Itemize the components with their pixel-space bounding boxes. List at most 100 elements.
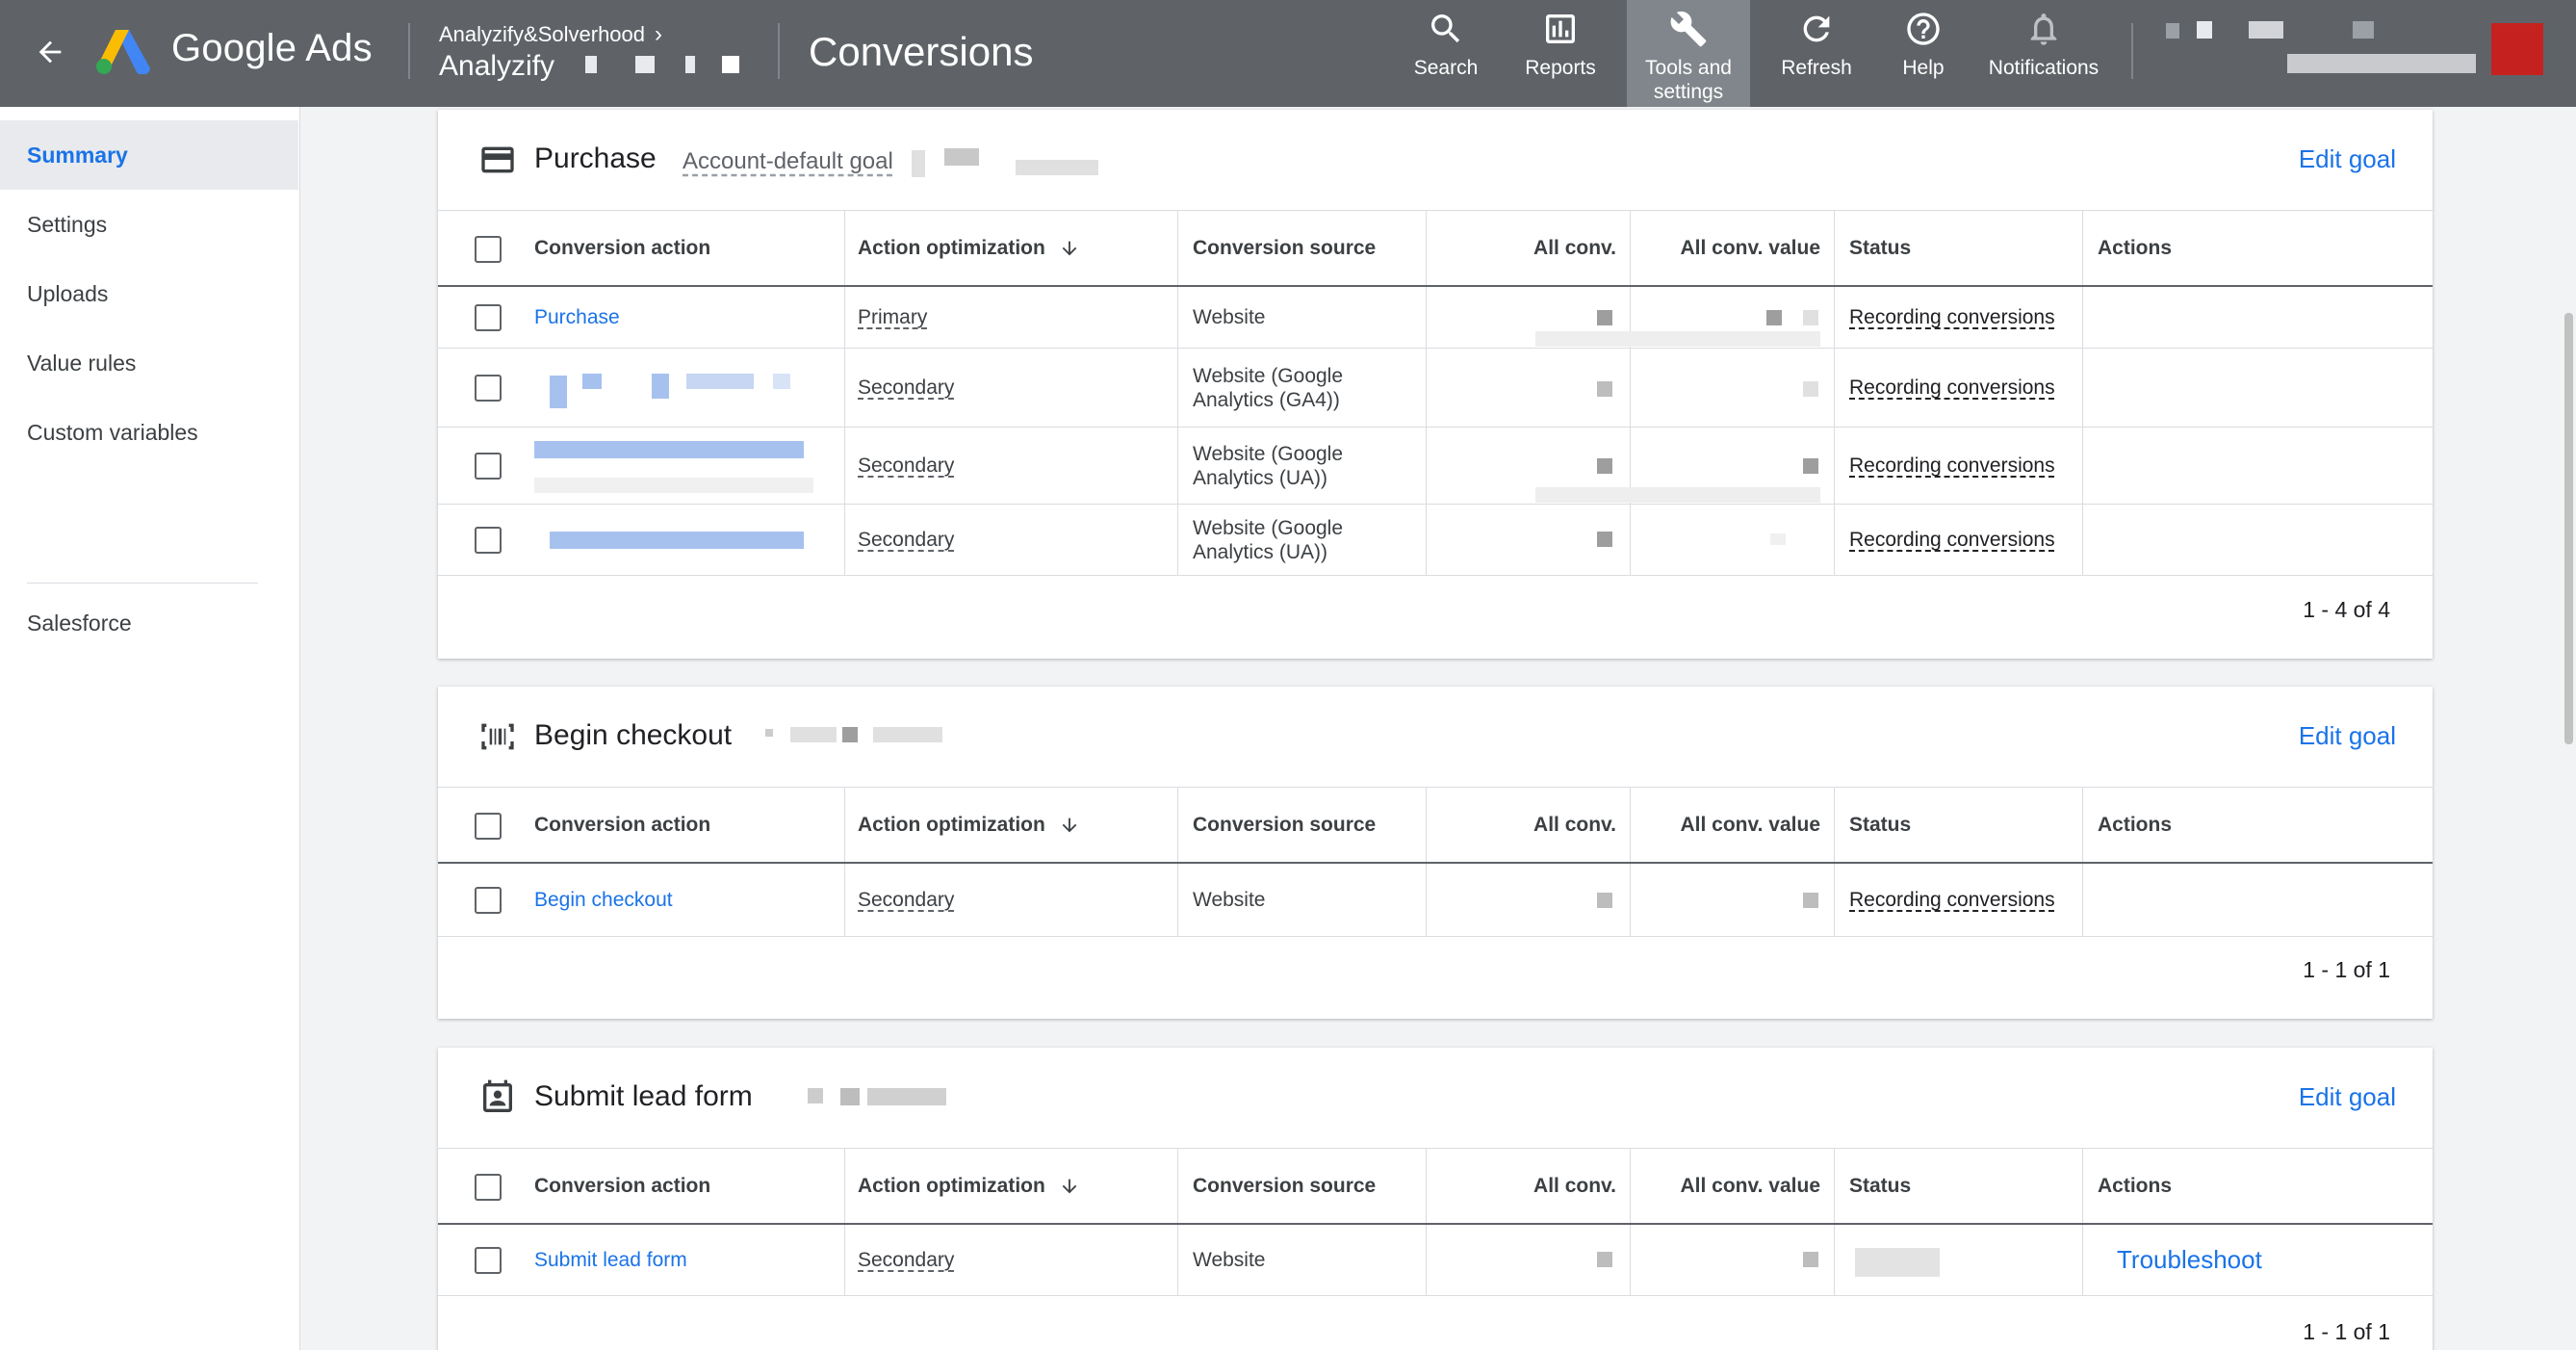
column-header-conversion-source[interactable]: Conversion source (1193, 1149, 1376, 1223)
barcode-icon (481, 723, 514, 750)
sidebar-item-settings[interactable]: Settings (0, 190, 298, 259)
column-header-actions: Actions (2098, 236, 2173, 259)
optimization-value[interactable]: Secondary (858, 1249, 954, 1272)
account-name[interactable]: Analyzify (439, 50, 554, 83)
column-header-conversion-action[interactable]: Conversion action (534, 211, 710, 285)
table-row[interactable]: Purchase Primary Website Recording conve… (438, 287, 2433, 349)
column-separator (2082, 211, 2083, 285)
optimization-value[interactable]: Secondary (858, 454, 954, 478)
table-header-row: Conversion action Action optimization Co… (438, 787, 2433, 864)
search-label: Search (1413, 57, 1479, 79)
table-row[interactable]: Secondary Website (Google Analytics (GA4… (438, 349, 2433, 428)
column-separator (1177, 428, 1178, 504)
optimization-value[interactable]: Secondary (858, 376, 954, 400)
optimization-value[interactable]: Primary (858, 306, 927, 329)
optimization-value[interactable]: Secondary (858, 889, 954, 912)
table-row[interactable]: Secondary Website (Google Analytics (UA)… (438, 428, 2433, 505)
redacted-all-conv-value (1803, 1252, 1818, 1267)
column-separator (1426, 864, 1427, 936)
row-checkbox[interactable] (475, 887, 502, 914)
column-header-conversion-source[interactable]: Conversion source (1193, 788, 1376, 862)
column-separator (844, 349, 845, 427)
row-checkbox[interactable] (475, 527, 502, 554)
redacted-all-conv (1597, 381, 1612, 397)
redacted-all-conv-value (1766, 310, 1782, 325)
sidebar-item-custom-variables[interactable]: Custom variables (0, 398, 298, 467)
redacted-conversion-action (550, 532, 804, 549)
row-checkbox[interactable] (475, 453, 502, 480)
back-arrow-icon[interactable] (25, 27, 75, 77)
status-value[interactable]: Recording conversions (1849, 306, 2055, 329)
conversion-action-link[interactable]: Begin checkout (534, 864, 673, 936)
edit-goal-button[interactable]: Edit goal (2299, 721, 2396, 751)
column-header-all-conv[interactable]: All conv. (1426, 788, 1616, 862)
column-header-all-conv[interactable]: All conv. (1426, 1149, 1616, 1223)
optimization-value[interactable]: Secondary (858, 529, 954, 552)
redacted-conversion-action (534, 441, 804, 458)
search-button[interactable]: Search (1400, 0, 1492, 107)
sidebar-item-value-rules[interactable]: Value rules (0, 328, 298, 398)
redacted-conversion-action (534, 478, 813, 493)
row-checkbox[interactable] (475, 1247, 502, 1274)
conversion-action-link[interactable]: Submit lead form (534, 1225, 687, 1295)
column-header-status[interactable]: Status (1849, 211, 1911, 285)
select-all-checkbox[interactable] (475, 1174, 502, 1201)
column-header-all-conv-value[interactable]: All conv. value (1630, 788, 1821, 862)
status-value[interactable]: Recording conversions (1849, 889, 2055, 912)
goal-card-header: Purchase Account-default goal Edit goal (438, 110, 2433, 210)
redacted-goal-info (912, 150, 925, 177)
refresh-button[interactable]: Refresh (1767, 0, 1866, 107)
column-separator (1834, 864, 1835, 936)
column-header-conversion-action[interactable]: Conversion action (534, 788, 710, 862)
account-avatar[interactable] (2491, 23, 2543, 75)
sidebar-item-summary[interactable]: Summary (0, 120, 298, 190)
redacted-all-conv (1597, 532, 1612, 547)
status-value[interactable]: Recording conversions (1849, 454, 2055, 478)
edit-goal-button[interactable]: Edit goal (2299, 1082, 2396, 1112)
reports-button[interactable]: Reports (1507, 0, 1613, 107)
column-header-conversion-source[interactable]: Conversion source (1193, 211, 1376, 285)
select-all-checkbox[interactable] (475, 813, 502, 840)
column-header-status[interactable]: Status (1849, 1149, 1911, 1223)
search-icon (1431, 14, 1460, 43)
table-row[interactable]: Secondary Website (Google Analytics (UA)… (438, 505, 2433, 576)
redacted-all-conv (1597, 893, 1612, 908)
status-value[interactable]: Recording conversions (1849, 376, 2055, 400)
google-ads-logo-icon[interactable] (94, 26, 154, 74)
sidebar-item-uploads[interactable]: Uploads (0, 259, 298, 328)
goal-subtitle[interactable]: Account-default goal (683, 148, 893, 175)
row-checkbox[interactable] (475, 375, 502, 402)
table-row[interactable]: Submit lead form Secondary Website Troub… (438, 1225, 2433, 1296)
column-header-action-optimization[interactable]: Action optimization (858, 788, 1080, 862)
column-header-all-conv-value[interactable]: All conv. value (1630, 1149, 1821, 1223)
column-separator (1177, 287, 1178, 348)
column-header-status[interactable]: Status (1849, 788, 1911, 862)
sidebar-item-salesforce[interactable]: Salesforce (0, 588, 298, 658)
column-header-all-conv-value[interactable]: All conv. value (1630, 211, 1821, 285)
page-scrollbar-thumb[interactable] (2564, 313, 2573, 744)
account-group-breadcrumb[interactable]: Analyzify&Solverhood › (439, 21, 662, 48)
sort-descending-icon (1062, 241, 1077, 255)
select-all-checkbox[interactable] (475, 236, 502, 263)
redacted-conversion-action (686, 374, 754, 389)
column-separator (1834, 287, 1835, 348)
edit-goal-button[interactable]: Edit goal (2299, 144, 2396, 174)
column-separator (2082, 1149, 2083, 1223)
table-row[interactable]: Begin checkout Secondary Website Recordi… (438, 864, 2433, 937)
column-header-action-optimization[interactable]: Action optimization (858, 211, 1080, 285)
column-header-all-conv[interactable]: All conv. (1426, 211, 1616, 285)
brand-name[interactable]: Google Ads (171, 27, 373, 70)
column-header-action-optimization[interactable]: Action optimization (858, 1149, 1080, 1223)
notifications-button[interactable]: Notifications (1977, 0, 2110, 107)
redacted-conversion-action (773, 374, 790, 389)
column-separator (1426, 1225, 1427, 1295)
help-button[interactable]: Help (1883, 0, 1964, 107)
goal-title: Begin checkout (534, 719, 733, 751)
column-header-conversion-action[interactable]: Conversion action (534, 1149, 710, 1223)
status-value[interactable]: Recording conversions (1849, 529, 2055, 552)
troubleshoot-link[interactable]: Troubleshoot (2117, 1245, 2262, 1275)
row-checkbox[interactable] (475, 304, 502, 331)
conversion-action-link[interactable]: Purchase (534, 287, 620, 348)
tools-and-settings-button[interactable]: Tools and settings (1627, 0, 1750, 107)
chevron-right-icon: › (655, 21, 663, 47)
